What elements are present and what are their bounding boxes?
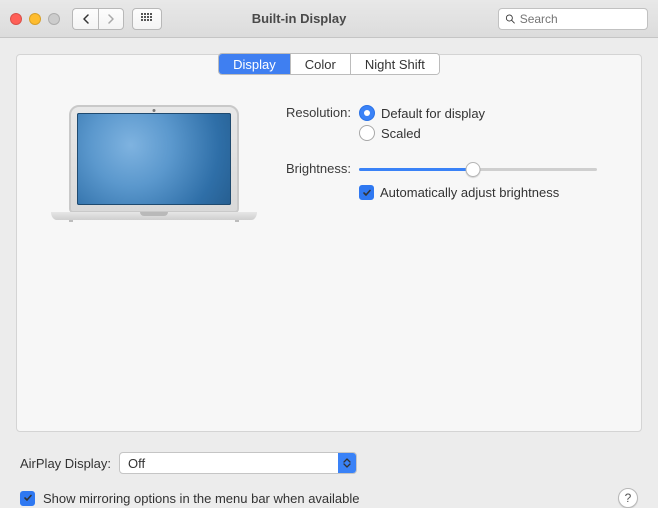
tabs: Display Color Night Shift [218, 53, 440, 75]
minimize-window-button[interactable] [29, 13, 41, 25]
close-window-button[interactable] [10, 13, 22, 25]
search-input[interactable] [520, 12, 641, 26]
radio-scaled[interactable] [359, 125, 375, 141]
brightness-slider[interactable] [359, 161, 597, 177]
auto-brightness-label: Automatically adjust brightness [380, 185, 559, 200]
auto-brightness-checkbox[interactable] [359, 185, 374, 200]
chevron-left-icon [82, 14, 90, 24]
airplay-select[interactable]: Off [119, 452, 357, 474]
resolution-scaled-option[interactable]: Scaled [359, 125, 609, 141]
resolution-default-option[interactable]: Default for display [359, 105, 609, 121]
zoom-window-button[interactable] [48, 13, 60, 25]
radio-default[interactable] [359, 105, 375, 121]
search-field[interactable] [498, 8, 648, 30]
display-panel: Display Color Night Shift Resolution: [16, 54, 642, 432]
titlebar: Built-in Display [0, 0, 658, 38]
mirroring-label: Show mirroring options in the menu bar w… [43, 491, 360, 506]
window-controls [10, 13, 60, 25]
select-stepper[interactable] [338, 453, 356, 473]
brightness-label: Brightness: [273, 161, 359, 177]
airplay-value: Off [120, 456, 153, 471]
auto-brightness-option[interactable]: Automatically adjust brightness [359, 185, 609, 200]
resolution-default-label: Default for display [381, 106, 485, 121]
resolution-scaled-label: Scaled [381, 126, 421, 141]
check-icon [362, 188, 372, 198]
help-button[interactable]: ? [618, 488, 638, 508]
resolution-label: Resolution: [273, 105, 359, 145]
check-icon [23, 493, 33, 503]
chevron-down-icon [343, 463, 351, 468]
window-title: Built-in Display [100, 11, 498, 26]
back-button[interactable] [72, 8, 98, 30]
mirroring-checkbox[interactable] [20, 491, 35, 506]
airplay-label: AirPlay Display: [20, 456, 111, 471]
tab-night-shift[interactable]: Night Shift [351, 54, 439, 74]
search-icon [505, 13, 516, 25]
display-illustration [51, 105, 257, 222]
tab-color[interactable]: Color [291, 54, 351, 74]
tab-display[interactable]: Display [219, 54, 291, 74]
